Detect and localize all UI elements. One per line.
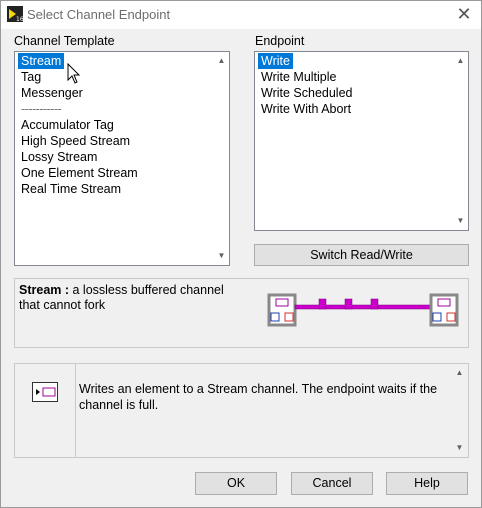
window-title: Select Channel Endpoint: [27, 7, 171, 22]
endpoint-item[interactable]: Write: [258, 53, 356, 69]
switch-read-write-button[interactable]: Switch Read/Write: [254, 244, 469, 266]
template-item[interactable]: One Element Stream: [18, 165, 141, 181]
scroll-down-arrow-icon[interactable]: ▼: [452, 441, 467, 455]
template-item-label: Tag: [21, 70, 42, 84]
scroll-up-arrow-icon[interactable]: ▲: [214, 54, 229, 68]
endpoint-label: Endpoint: [255, 34, 305, 48]
endpoint-list[interactable]: Write Write Multiple Write Scheduled Write …: [254, 51, 469, 231]
template-item[interactable]: Real Time Stream: [18, 181, 141, 197]
template-item[interactable]: Lossy Stream: [18, 149, 141, 165]
scroll-down-arrow-icon[interactable]: ▼: [453, 214, 468, 228]
endpoint-items: Write Write Multiple Write Scheduled Write …: [258, 53, 356, 117]
template-item-label: Messenger: [21, 86, 83, 100]
help-text: Writes an element to a Stream channel. T…: [79, 382, 438, 412]
endpoint-item-label: Write Scheduled: [261, 86, 353, 100]
channel-template-list[interactable]: Stream Tag Messenger ----------- Accumulator…: [14, 51, 230, 266]
template-item[interactable]: Messenger: [18, 85, 141, 101]
description-panel: Stream : a lossless buffered channel tha…: [14, 278, 469, 348]
template-item-label: Stream: [18, 53, 65, 69]
ok-button[interactable]: OK: [195, 472, 277, 495]
endpoint-item-label: Write: [258, 53, 293, 69]
template-item-label: -----------: [21, 102, 62, 116]
scroll-up-arrow-icon[interactable]: ▲: [453, 54, 468, 68]
dialog-window: 16 Select Channel Endpoint ✕ Channel Tem…: [0, 0, 482, 508]
help-panel: Writes an element to a Stream channel. T…: [14, 363, 469, 458]
scroll-up-arrow-icon[interactable]: ▲: [452, 366, 467, 380]
help-button[interactable]: Help: [386, 472, 468, 495]
channel-wire-diagram: [267, 293, 459, 327]
mouse-cursor-icon: [67, 63, 81, 84]
template-item[interactable]: Accumulator Tag: [18, 117, 141, 133]
endpoint-item-label: Write Multiple: [261, 70, 337, 84]
template-item-label: Lossy Stream: [21, 150, 98, 164]
endpoint-item-label: Write With Abort: [261, 102, 352, 116]
endpoint-item[interactable]: Write Multiple: [258, 69, 356, 85]
template-item-label: High Speed Stream: [21, 134, 131, 148]
endpoint-scrollbar[interactable]: ▲ ▼: [453, 52, 468, 230]
template-item-label: One Element Stream: [21, 166, 138, 180]
close-icon[interactable]: ✕: [453, 3, 475, 25]
channel-template-label: Channel Template: [14, 34, 115, 48]
stream-write-node-icon: [32, 382, 58, 402]
template-item-label: Real Time Stream: [21, 182, 122, 196]
channel-template-scrollbar[interactable]: ▲ ▼: [214, 52, 229, 265]
cancel-button[interactable]: Cancel: [291, 472, 373, 495]
template-item-label: Accumulator Tag: [21, 118, 114, 132]
help-icon-cell: [15, 364, 76, 457]
endpoint-item[interactable]: Write With Abort: [258, 101, 356, 117]
help-scrollbar[interactable]: ▲ ▼: [452, 364, 468, 457]
title-bar: 16 Select Channel Endpoint ✕: [1, 1, 481, 29]
description-text: Stream : a lossless buffered channel tha…: [19, 283, 234, 313]
description-channel-name: Stream :: [19, 283, 70, 297]
template-item: -----------: [18, 101, 141, 117]
endpoint-item[interactable]: Write Scheduled: [258, 85, 356, 101]
template-item[interactable]: High Speed Stream: [18, 133, 141, 149]
scroll-down-arrow-icon[interactable]: ▼: [214, 249, 229, 263]
svg-text:16: 16: [16, 16, 23, 22]
labview-app-icon: 16: [7, 6, 23, 22]
